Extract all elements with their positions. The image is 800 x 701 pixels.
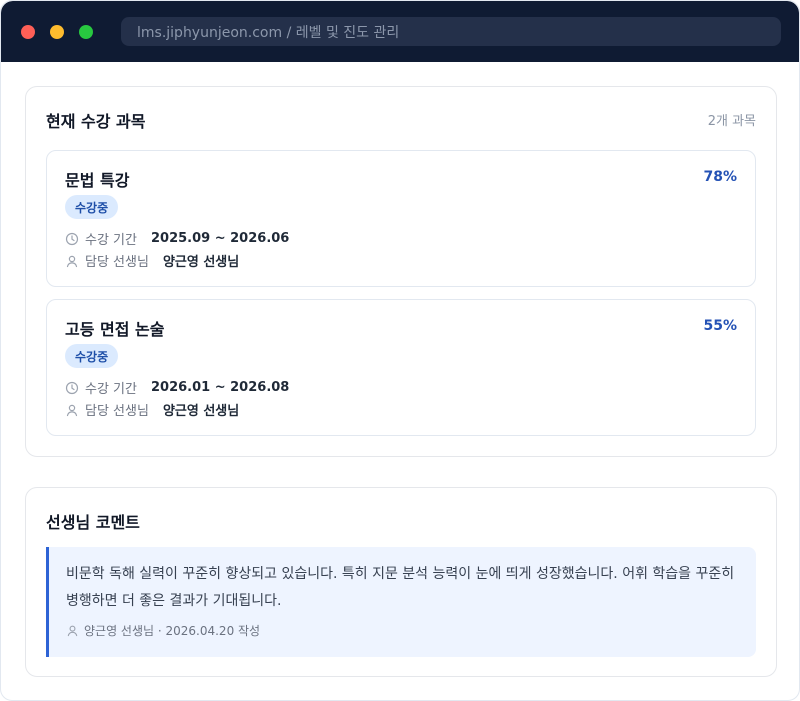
courses-card-title: 현재 수강 과목 [46, 112, 146, 131]
user-icon [65, 403, 79, 417]
status-badge: 수강중 [65, 195, 119, 219]
course-period-row: 수강 기간 2026.01 ~ 2026.08 [65, 378, 289, 397]
clock-icon [65, 381, 79, 395]
comment-author-date: 양근영 선생님 · 2026.04.20 작성 [84, 624, 261, 638]
comments-card-title: 선생님 코멘트 [46, 513, 140, 532]
teacher-name: 양근영 선생님 [162, 255, 240, 270]
course-item[interactable]: 고등 면접 논술 55% 수강중 수강 기간 2026.01 ~ 2026.08… [46, 299, 756, 436]
teacher-name: 양근영 선생님 [162, 404, 240, 419]
period-label: 수강 기간 [85, 233, 137, 248]
period-label: 수강 기간 [85, 382, 137, 397]
course-name: 고등 면접 논술 [65, 320, 165, 339]
course-item[interactable]: 문법 특강 78% 수강중 수강 기간 2025.09 ~ 2026.06 담당… [46, 150, 756, 287]
course-period-row: 수강 기간 2025.09 ~ 2026.06 [65, 229, 289, 248]
close-window-button[interactable] [21, 25, 35, 39]
current-courses-card: 현재 수강 과목 2개 과목 문법 특강 78% 수강중 수강 기간 2025.… [25, 86, 777, 457]
address-bar-text: lms.jiphyunjeon.com / 레벨 및 진도 관리 [137, 24, 400, 41]
title-bar: lms.jiphyunjeon.com / 레벨 및 진도 관리 [1, 1, 799, 62]
status-badge: 수강중 [65, 344, 119, 368]
maximize-window-button[interactable] [79, 25, 93, 39]
user-icon [65, 254, 79, 268]
course-teacher-row: 담당 선생님 양근영 선생님 [65, 251, 239, 270]
period-value: 2026.01 ~ 2026.08 [150, 380, 290, 395]
browser-window: lms.jiphyunjeon.com / 레벨 및 진도 관리 현재 수강 과… [0, 0, 800, 701]
address-bar[interactable]: lms.jiphyunjeon.com / 레벨 및 진도 관리 [121, 17, 781, 46]
teacher-label: 담당 선생님 [85, 404, 149, 419]
comment-text: 비문학 독해 실력이 꾸준히 향상되고 있습니다. 특히 지문 분석 능력이 눈… [66, 566, 735, 609]
course-progress-percent: 55% [703, 318, 737, 334]
course-name: 문법 특강 [65, 171, 130, 190]
course-progress-percent: 78% [703, 169, 737, 185]
course-teacher-row: 담당 선생님 양근영 선생님 [65, 400, 239, 419]
minimize-window-button[interactable] [50, 25, 64, 39]
user-icon [66, 624, 79, 637]
comment-item: 비문학 독해 실력이 꾸준히 향상되고 있습니다. 특히 지문 분석 능력이 눈… [46, 547, 756, 657]
teacher-comment-card: 선생님 코멘트 비문학 독해 실력이 꾸준히 향상되고 있습니다. 특히 지문 … [25, 487, 777, 677]
courses-count: 2개 과목 [707, 114, 756, 129]
clock-icon [65, 232, 79, 246]
comment-meta: 양근영 선생님 · 2026.04.20 작성 [66, 622, 260, 639]
teacher-label: 담당 선생님 [85, 255, 149, 270]
period-value: 2025.09 ~ 2026.06 [150, 231, 290, 246]
